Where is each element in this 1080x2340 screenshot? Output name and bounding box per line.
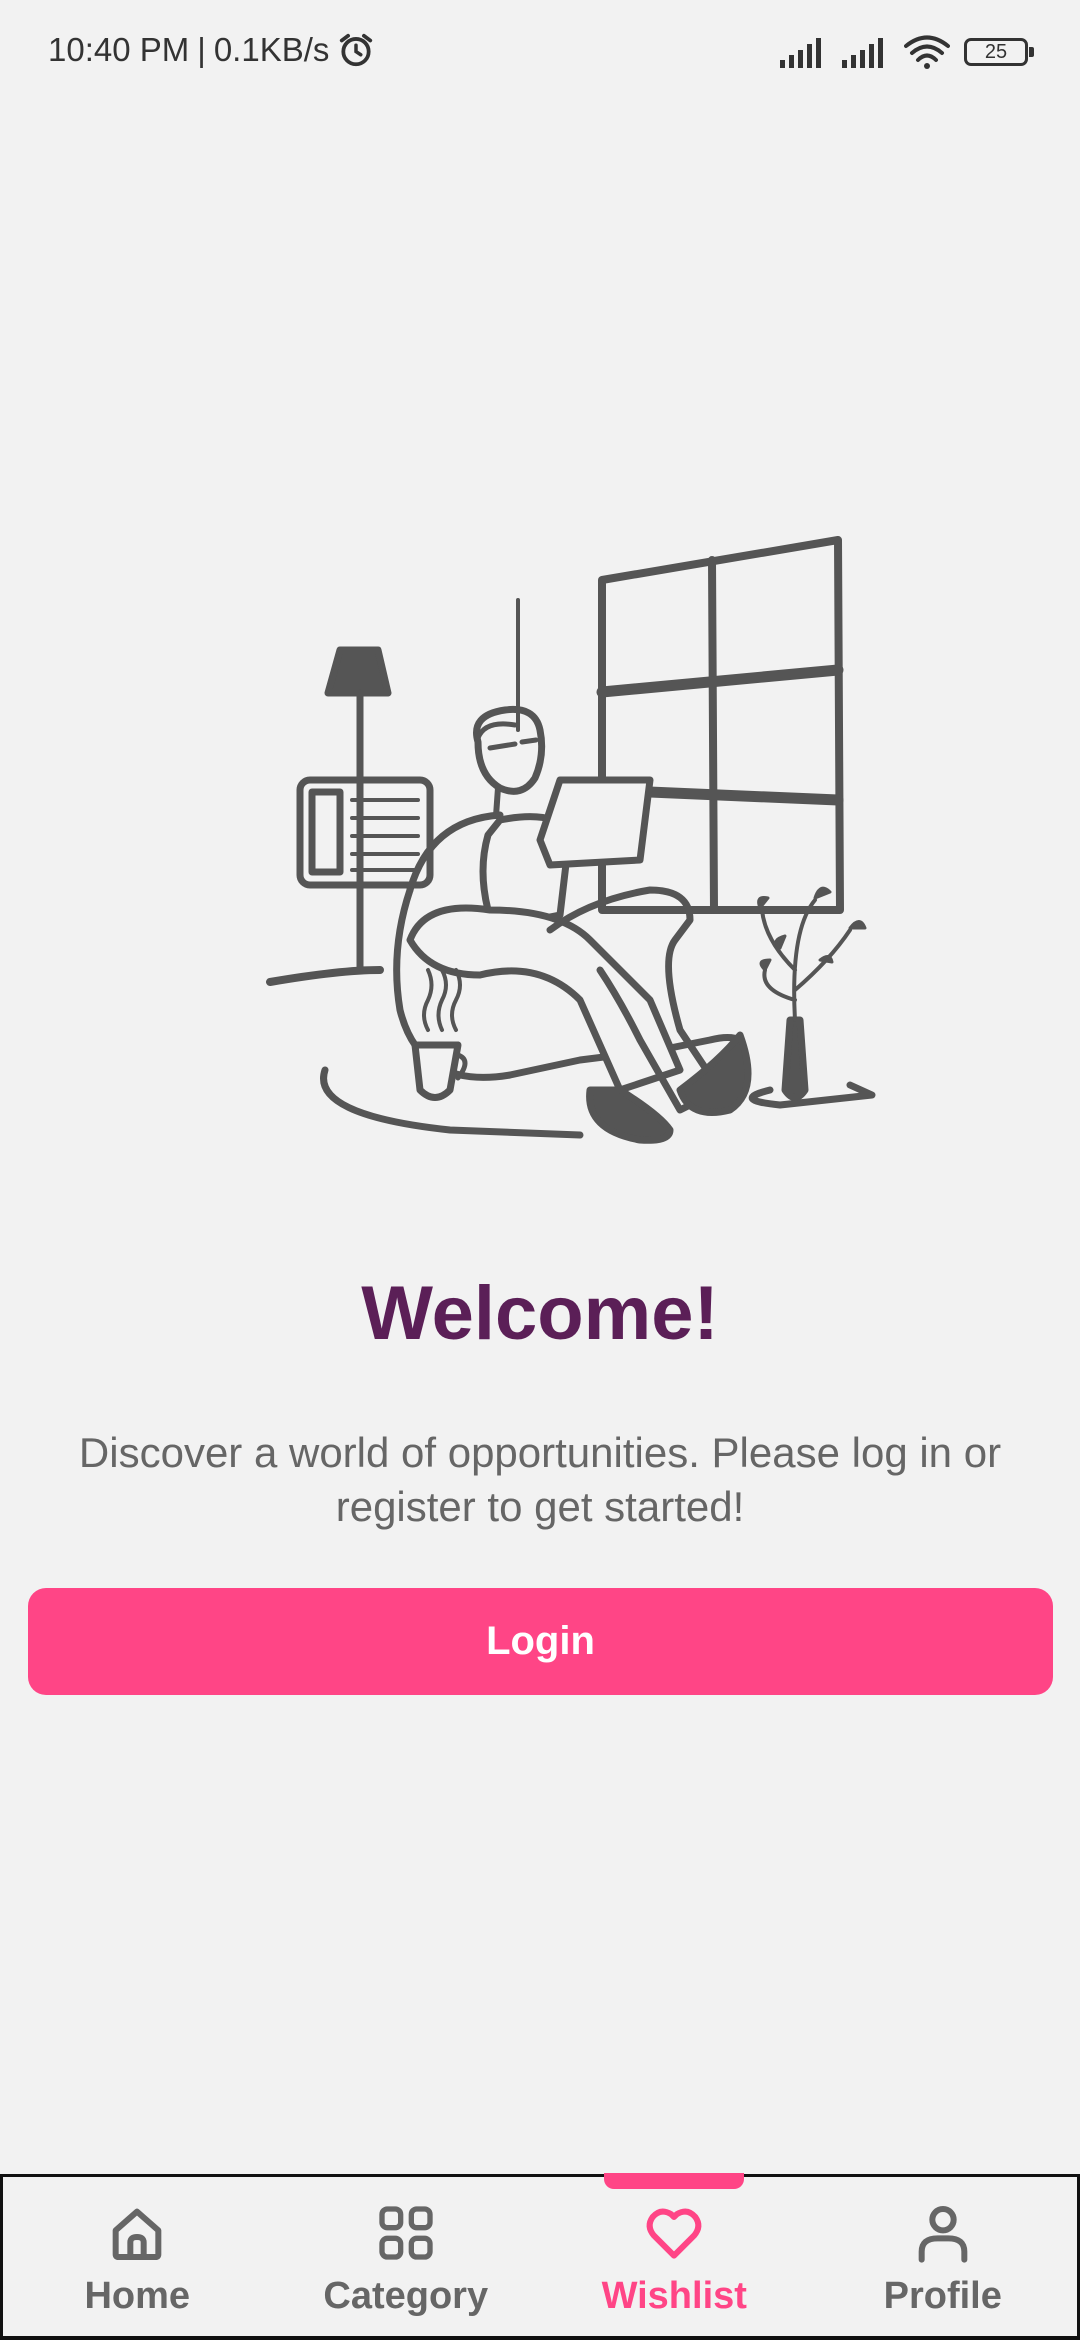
status-time: 10:40 PM — [48, 31, 190, 68]
wifi-icon — [904, 35, 950, 69]
signal-icon — [780, 38, 821, 68]
login-button[interactable]: Login — [28, 1588, 1053, 1695]
nav-label-profile: Profile — [883, 2275, 1002, 2317]
welcome-subtitle: Discover a world of opportunities. Pleas… — [78, 1429, 1002, 1530]
status-separator: | — [197, 31, 206, 68]
nav-item-home[interactable]: Home — [3, 2177, 272, 2336]
status-right: 25 — [780, 30, 1034, 74]
network-speed: 0.1KB/s — [213, 31, 330, 68]
status-bar: 10:40 PM | 0.1KB/s 25 — [0, 0, 1080, 100]
bottom-navigation: Home Category Wishlist Profile — [0, 2173, 1080, 2340]
nav-item-category[interactable]: Category — [272, 2177, 541, 2336]
alarm-icon — [340, 33, 373, 67]
home-icon — [112, 2208, 162, 2260]
battery-icon: 25 — [964, 38, 1034, 66]
nav-label-home: Home — [84, 2275, 191, 2317]
welcome-title: Welcome! — [361, 1271, 719, 1356]
grid-icon — [379, 2206, 433, 2260]
signal-icon — [842, 38, 883, 68]
heart-icon — [646, 2208, 702, 2259]
person-icon — [918, 2206, 968, 2263]
nav-item-profile[interactable]: Profile — [809, 2177, 1078, 2336]
battery-level: 25 — [984, 41, 1008, 63]
nav-label-wishlist: Wishlist — [601, 2275, 747, 2317]
nav-item-wishlist[interactable]: Wishlist — [540, 2173, 809, 2336]
welcome-illustration — [266, 536, 876, 1144]
nav-label-category: Category — [323, 2275, 489, 2317]
active-tab-indicator — [604, 2173, 745, 2189]
status-left: 10:40 PM | 0.1KB/s — [48, 28, 375, 72]
